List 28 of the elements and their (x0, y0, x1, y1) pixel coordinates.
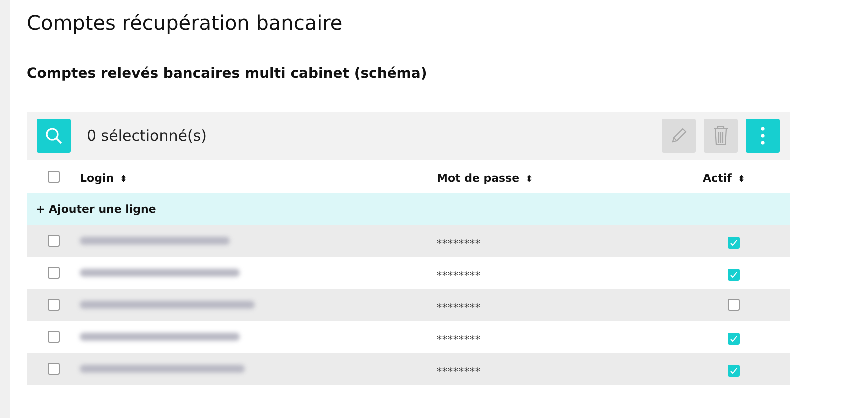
active-checkbox[interactable] (728, 332, 740, 344)
active-checkbox[interactable] (728, 364, 740, 376)
more-icon (761, 127, 765, 145)
search-icon (45, 127, 63, 145)
column-header[interactable]: Mot de passe ⬍ (437, 172, 534, 185)
section-title: Comptes relevés bancaires multi cabinet (schéma) (27, 65, 428, 83)
selection-count: 0 sélectionné(s) (87, 127, 208, 145)
row-checkbox[interactable] (48, 331, 60, 343)
column-header[interactable]: Login ⬍ (80, 172, 128, 185)
row-checkbox[interactable] (48, 363, 60, 375)
password-mask: ******** (437, 238, 481, 250)
pencil-icon (670, 127, 688, 145)
page-title: Comptes récupération bancaire (27, 10, 344, 36)
password-mask: ******** (437, 334, 481, 346)
password-mask: ******** (437, 302, 481, 314)
select-all-checkbox[interactable] (48, 170, 60, 182)
password-mask: ******** (437, 270, 481, 282)
trash-icon (712, 125, 730, 147)
row-checkbox[interactable] (48, 235, 60, 247)
more-button[interactable] (746, 119, 780, 153)
row-checkbox[interactable] (48, 299, 60, 311)
row-checkbox[interactable] (48, 267, 60, 279)
active-checkbox[interactable] (728, 236, 740, 248)
active-checkbox[interactable] (728, 298, 740, 310)
search-button[interactable] (37, 119, 71, 153)
column-header[interactable]: Actif ⬍ (703, 172, 746, 185)
password-mask: ******** (437, 366, 481, 378)
active-checkbox[interactable] (728, 268, 740, 280)
